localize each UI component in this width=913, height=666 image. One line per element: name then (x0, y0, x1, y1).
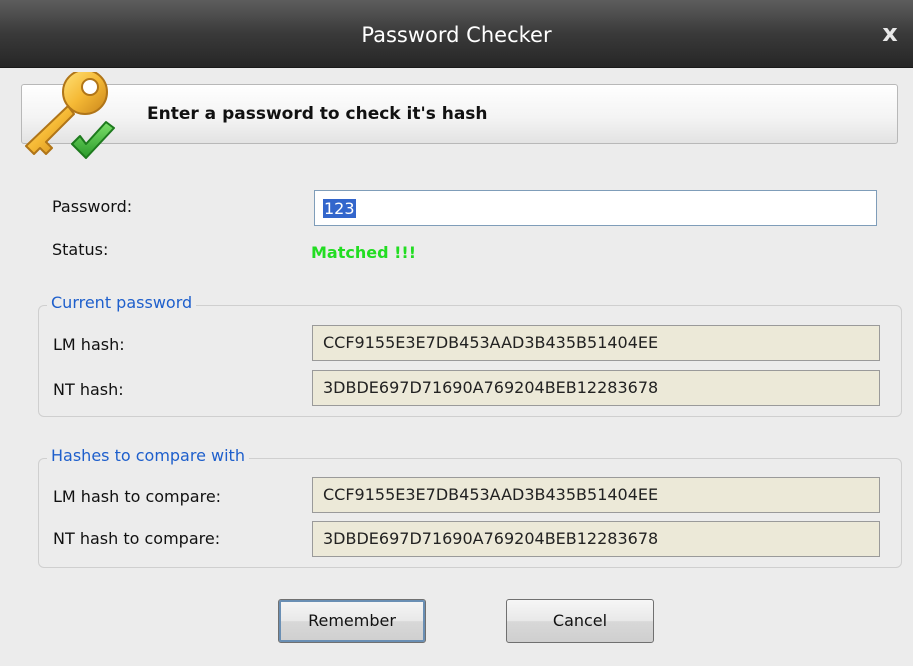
lm-hash-label: LM hash: (53, 335, 125, 354)
password-input[interactable]: 123 (314, 190, 877, 226)
current-password-legend: Current password (47, 293, 197, 312)
nt-compare-field[interactable]: 3DBDE697D71690A769204BEB12283678 (312, 521, 880, 557)
title-bar[interactable]: Password Checker x (0, 0, 913, 68)
compare-hashes-legend: Hashes to compare with (47, 446, 249, 465)
header-banner: Enter a password to check it's hash (21, 84, 898, 144)
lm-compare-field[interactable]: CCF9155E3E7DB453AAD3B435B51404EE (312, 477, 880, 513)
lm-compare-label: LM hash to compare: (53, 487, 222, 506)
remember-button[interactable]: Remember (278, 599, 426, 643)
window-title: Password Checker (361, 23, 552, 47)
status-value: Matched !!! (311, 243, 417, 262)
password-checker-window: Password Checker x Enter a password to c… (0, 0, 913, 666)
current-password-group: Current password LM hash: CCF9155E3E7DB4… (38, 293, 902, 417)
key-check-icon (25, 72, 115, 159)
dialog-body: Enter a password to check it's hash Pass… (10, 68, 903, 666)
password-label: Password: (52, 197, 133, 216)
nt-compare-label: NT hash to compare: (53, 529, 221, 548)
close-icon[interactable]: x (879, 21, 901, 45)
banner-text: Enter a password to check it's hash (147, 104, 488, 124)
nt-hash-field[interactable]: 3DBDE697D71690A769204BEB12283678 (312, 370, 880, 406)
password-value: 123 (323, 199, 356, 218)
lm-hash-field[interactable]: CCF9155E3E7DB453AAD3B435B51404EE (312, 325, 880, 361)
cancel-button[interactable]: Cancel (506, 599, 654, 643)
compare-hashes-group: Hashes to compare with LM hash to compar… (38, 446, 902, 568)
nt-hash-label: NT hash: (53, 380, 124, 399)
status-label: Status: (52, 240, 109, 259)
